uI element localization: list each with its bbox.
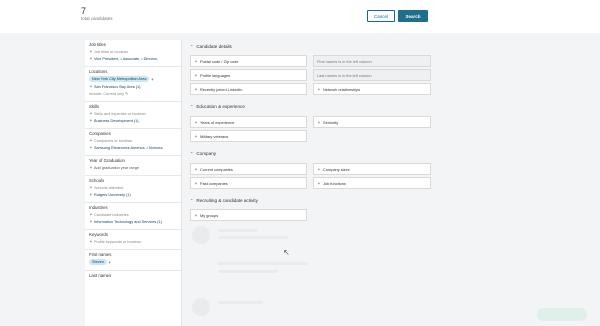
keywords-input[interactable]: + Profile keywords or boolean (89, 239, 177, 244)
filter-title: Locations (89, 69, 108, 74)
plus-icon[interactable]: + (108, 260, 112, 265)
plus-icon: + (89, 192, 93, 197)
plus-icon: + (89, 111, 93, 116)
filter-title: Skills (89, 104, 100, 109)
chevron-up-icon: ⌃ (190, 151, 194, 156)
plus-icon: + (317, 180, 321, 186)
category-education-experience[interactable]: ⌃ Education & experience (190, 104, 245, 109)
past-companies-filter[interactable]: + Past companies (190, 177, 307, 189)
plus-icon: + (89, 49, 93, 54)
filter-title: First names (89, 252, 112, 257)
plus-icon: + (89, 212, 93, 217)
job-titles-input[interactable]: + Job titles or boolean (89, 49, 177, 54)
location-pill[interactable]: New York City Metropolitan Area (89, 76, 150, 82)
chevron-up-icon: ⌃ (190, 104, 194, 109)
filter-year-of-graduation: Year of Graduation + Add graduation year … (85, 156, 181, 176)
results-header: 7 total candidates Cancel Search (0, 0, 600, 33)
filter-title: Last names (89, 273, 112, 278)
filter-job-titles: Job titles + Job titles or boolean + Vice … (85, 40, 181, 67)
plus-icon: + (89, 145, 93, 150)
chevron-up-icon: ⌃ (190, 44, 194, 49)
years-of-experience-filter[interactable]: + Years of experience (190, 116, 307, 128)
filter-companies: Companies + Companies or boolean + Samsung… (85, 129, 181, 156)
job-functions-filter[interactable]: + Job functions (313, 177, 431, 189)
filter-title: Job titles (89, 42, 106, 47)
locations-include[interactable]: Include: Current only ✎ (89, 91, 177, 97)
filter-first-names: First names Steven + (85, 250, 181, 271)
plus-icon: + (194, 86, 198, 92)
faded-help-button (537, 308, 587, 321)
plus-icon: + (194, 72, 198, 78)
company-sizes-filter[interactable]: + Company sizes (313, 163, 431, 175)
pencil-icon[interactable]: ✎ (125, 91, 128, 96)
industries-values[interactable]: + Information Technology and Services (1) (89, 219, 177, 224)
plus-icon: + (194, 133, 198, 139)
plus-icon: + (194, 119, 198, 125)
companies-values[interactable]: + Samsung Electronics America, • Nomura, (89, 145, 177, 150)
candidate-count: 7 (81, 6, 87, 16)
plus-icon: + (317, 119, 321, 125)
companies-input[interactable]: + Companies or boolean (89, 138, 177, 143)
network-relationships-filter[interactable]: + Network relationships (313, 83, 431, 95)
filter-title: Schools (89, 178, 105, 183)
job-titles-values[interactable]: + Vice President, • Associate, • Director… (89, 56, 177, 61)
military-veterans-filter[interactable]: + Military veterans (190, 130, 307, 142)
my-groups-filter[interactable]: + My groups (190, 209, 307, 221)
first-names-note: First names is in the left column (313, 55, 431, 67)
filter-skills: Skills + Skills and expertise or boolean … (85, 102, 181, 129)
category-recruiting-activity[interactable]: ⌃ Recruiting & candidate activity (190, 198, 258, 203)
search-button[interactable]: Search (398, 10, 428, 22)
plus-icon: + (194, 212, 198, 218)
filter-keywords: Keywords + Profile keywords or boolean (85, 230, 181, 250)
skills-values[interactable]: + Business Development (1), (89, 118, 177, 123)
profile-languages-filter[interactable]: + Profile languages (190, 69, 307, 81)
filter-title: Keywords (89, 232, 108, 237)
industries-input[interactable]: + Candidate industries (89, 212, 177, 217)
schools-input[interactable]: + Schools attended (89, 185, 177, 190)
filter-locations: Locations New York City Metropolitan Are… (85, 67, 181, 102)
cancel-button[interactable]: Cancel (367, 10, 395, 22)
current-companies-filter[interactable]: + Current companies (190, 163, 307, 175)
plus-icon: + (194, 180, 198, 186)
graduation-add[interactable]: + Add graduation year range (89, 165, 177, 170)
postal-code-filter[interactable]: + Postal code / Zip code (190, 55, 307, 67)
last-names-note: Last names is in the left column (313, 69, 431, 81)
filters-main-panel: ⌃ Candidate details + Postal code / Zip co… (190, 40, 433, 326)
plus-icon: + (194, 58, 198, 64)
filter-schools: Schools + Schools attended + Rutgers Unive… (85, 176, 181, 203)
filter-last-names: Last names (85, 271, 181, 283)
plus-icon: + (89, 185, 93, 190)
plus-icon: + (317, 166, 321, 172)
plus-icon: + (89, 219, 93, 224)
category-company[interactable]: ⌃ Company (190, 151, 216, 156)
schools-values[interactable]: + Rutgers University (1) (89, 192, 177, 197)
filter-title: Industries (89, 205, 108, 210)
first-name-pill[interactable]: Steven (89, 259, 107, 265)
plus-icon: + (89, 84, 93, 89)
chevron-up-icon: ⌃ (190, 198, 194, 203)
filters-sidebar: Job titles + Job titles or boolean + Vice … (85, 40, 182, 326)
seniority-filter[interactable]: + Seniority (313, 116, 431, 128)
mouse-cursor-icon: ↖ (283, 248, 290, 257)
plus-icon: + (89, 56, 93, 61)
recently-joined-filter[interactable]: + Recently joined LinkedIn (190, 83, 307, 95)
category-candidate-details[interactable]: ⌃ Candidate details (190, 44, 232, 49)
plus-icon: + (89, 138, 93, 143)
plus-icon: + (89, 239, 93, 244)
plus-icon: + (89, 118, 93, 123)
plus-icon[interactable]: + (150, 77, 154, 82)
plus-icon: + (194, 166, 198, 172)
filter-title: Companies (89, 131, 111, 136)
skills-input[interactable]: + Skills and expertise or boolean (89, 111, 177, 116)
plus-icon: + (317, 86, 321, 92)
filter-industries: Industries + Candidate industries + Inform… (85, 203, 181, 230)
plus-icon: + (89, 165, 93, 170)
locations-values[interactable]: + San Francisco Bay Area (1), (89, 84, 177, 89)
filter-title: Year of Graduation (89, 158, 125, 163)
candidate-count-label: total candidates (81, 16, 113, 21)
